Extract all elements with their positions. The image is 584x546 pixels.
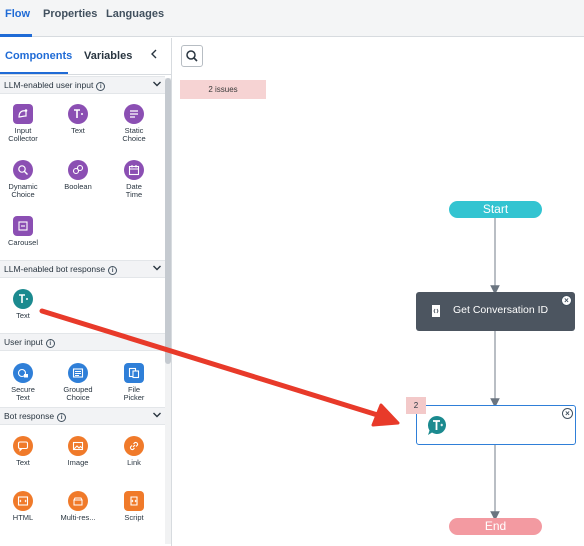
start-node[interactable]: Start — [449, 201, 542, 218]
component-bot-multi-response[interactable]: Multi-res... — [55, 491, 101, 522]
component-label: Input Collector — [8, 126, 38, 143]
chevron-down-icon[interactable] — [152, 79, 162, 89]
lock-icon — [13, 363, 33, 383]
info-icon[interactable]: i — [57, 413, 67, 422]
component-label: HTML — [12, 513, 34, 522]
carousel-icon — [13, 216, 33, 236]
component-static-choice[interactable]: Static Choice — [111, 104, 157, 143]
section-title-text: LLM-enabled user input — [4, 80, 94, 90]
input-collector-icon — [13, 104, 33, 124]
tab-variables[interactable]: Variables — [84, 50, 132, 62]
text-icon — [427, 416, 446, 435]
node-issue-badge[interactable]: 2 — [406, 397, 426, 414]
script-icon — [124, 491, 144, 511]
collapse-panel-button[interactable] — [147, 47, 161, 63]
search-button[interactable] — [181, 45, 203, 67]
section-title-text: LLM-enabled bot response — [4, 264, 106, 274]
get-conversation-id-node[interactable]: Get Conversation ID × — [416, 292, 575, 331]
component-bot-html[interactable]: HTML — [0, 491, 46, 522]
info-icon[interactable]: i — [96, 82, 106, 91]
section-llm-user-input[interactable]: LLM-enabled user input i — [0, 76, 165, 94]
static-choice-icon — [124, 104, 144, 124]
component-grouped-choice[interactable]: Grouped Choice — [55, 363, 101, 402]
component-date-time[interactable]: Date Time — [111, 160, 157, 199]
search-icon — [186, 50, 198, 62]
component-input-collector[interactable]: Input Collector — [0, 104, 46, 143]
component-label: Link — [127, 458, 141, 467]
chevron-down-icon[interactable] — [152, 410, 162, 420]
section-title-text: Bot response — [4, 411, 55, 421]
component-file-picker[interactable]: File Picker — [111, 363, 157, 402]
component-label: Text — [16, 458, 30, 467]
section-title: User input i — [4, 337, 55, 348]
component-label: Boolean — [64, 182, 92, 191]
section-title: Bot response i — [4, 411, 67, 422]
text-icon — [68, 104, 88, 124]
multi-response-icon — [68, 491, 88, 511]
component-label: Text — [71, 126, 85, 135]
component-boolean[interactable]: Boolean — [55, 160, 101, 191]
component-label: Multi-res... — [60, 513, 96, 522]
section-title: LLM-enabled user input i — [4, 80, 106, 91]
component-label: Script — [124, 513, 144, 522]
script-icon — [432, 305, 440, 317]
component-label: Dynamic Choice — [8, 182, 38, 199]
active-tab-indicator — [0, 34, 32, 37]
component-bot-text[interactable]: Text — [0, 436, 46, 467]
component-llm-text-response[interactable]: Text — [0, 289, 46, 320]
tab-components[interactable]: Components — [5, 50, 72, 62]
component-secure-text[interactable]: Secure Text — [0, 363, 46, 402]
html-icon — [13, 491, 33, 511]
component-label: Image — [67, 458, 89, 467]
component-carousel[interactable]: Carousel — [0, 216, 46, 247]
section-user-input[interactable]: User input i — [0, 333, 165, 351]
tab-flow[interactable]: Flow — [5, 8, 30, 20]
section-title-text: User input — [4, 337, 43, 347]
tab-languages[interactable]: Languages — [106, 8, 164, 20]
end-node[interactable]: End — [449, 518, 542, 535]
chevron-left-icon — [151, 49, 157, 59]
issues-badge[interactable]: 2 issues — [180, 80, 266, 99]
section-bot-response[interactable]: Bot response i — [0, 407, 165, 425]
image-icon — [68, 436, 88, 456]
component-label: Carousel — [7, 238, 38, 247]
file-picker-icon — [124, 363, 144, 383]
component-label: Static Choice — [122, 126, 146, 143]
section-title: LLM-enabled bot response i — [4, 264, 118, 275]
component-bot-link[interactable]: Link — [111, 436, 157, 467]
info-icon[interactable]: i — [108, 266, 118, 275]
text-icon — [13, 289, 33, 309]
calendar-icon — [124, 160, 144, 180]
component-label: Date Time — [125, 182, 143, 199]
link-icon — [124, 436, 144, 456]
tab-properties[interactable]: Properties — [43, 8, 97, 20]
component-label: Grouped Choice — [63, 385, 93, 402]
component-label: File Picker — [123, 385, 145, 402]
close-icon[interactable]: × — [562, 408, 573, 419]
node-label: Get Conversation ID — [453, 304, 549, 316]
info-icon[interactable]: i — [45, 339, 55, 348]
chevron-down-icon[interactable] — [152, 263, 162, 273]
component-dynamic-choice[interactable]: Dynamic Choice — [0, 160, 46, 199]
close-icon[interactable]: × — [561, 295, 572, 306]
chat-bubble-icon — [13, 436, 33, 456]
panel-scrollbar-thumb[interactable] — [165, 78, 171, 364]
panel-tabs-divider — [0, 74, 171, 75]
dynamic-choice-icon — [13, 160, 33, 180]
component-text-input[interactable]: Text — [55, 104, 101, 135]
component-label: Text — [16, 311, 30, 320]
components-panel: Components Variables LLM-enabled user in… — [0, 38, 172, 546]
component-bot-image[interactable]: Image — [55, 436, 101, 467]
component-bot-script[interactable]: Script — [111, 491, 157, 522]
top-tab-bar: Flow Properties Languages — [0, 0, 584, 37]
grouped-choice-icon — [68, 363, 88, 383]
component-label: Secure Text — [11, 385, 35, 402]
boolean-icon — [68, 160, 88, 180]
section-llm-bot-response[interactable]: LLM-enabled bot response i — [0, 260, 165, 278]
